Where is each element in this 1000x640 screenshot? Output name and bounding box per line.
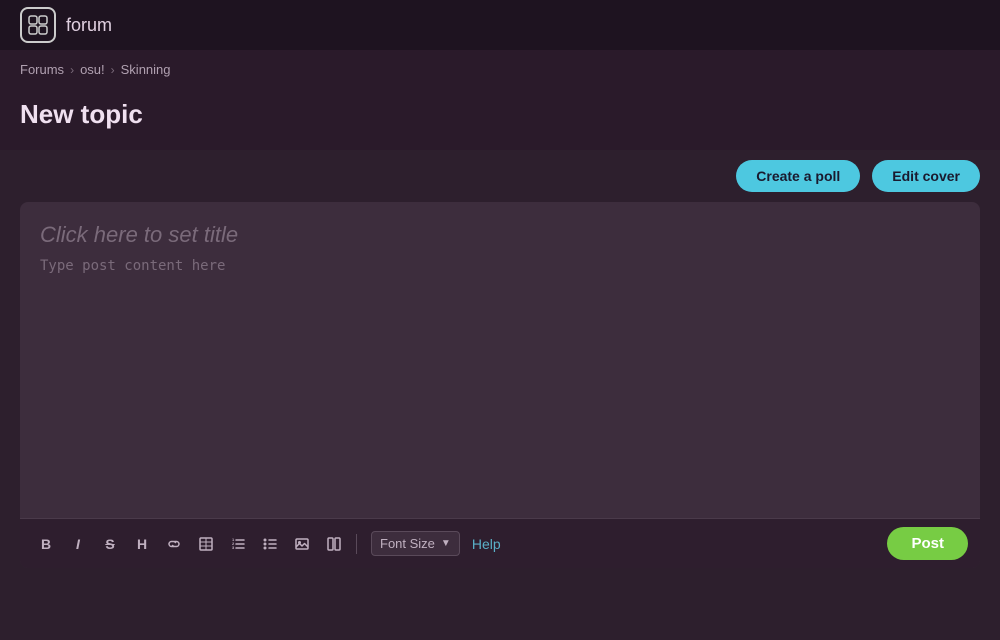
breadcrumb-sep-1: › bbox=[70, 63, 74, 77]
bold-button[interactable]: B bbox=[32, 530, 60, 558]
spoiler-button[interactable] bbox=[320, 530, 348, 558]
logo-area: forum bbox=[20, 7, 112, 43]
unordered-list-button[interactable] bbox=[256, 530, 284, 558]
toolbar-row: Create a poll Edit cover bbox=[0, 150, 1000, 202]
italic-button[interactable]: I bbox=[64, 530, 92, 558]
breadcrumb: Forums › osu! › Skinning bbox=[0, 50, 1000, 89]
breadcrumb-osu[interactable]: osu! bbox=[80, 62, 105, 77]
page-title: New topic bbox=[20, 99, 980, 130]
post-button[interactable]: Post bbox=[887, 527, 968, 560]
post-content-input[interactable] bbox=[20, 258, 980, 518]
font-size-label: Font Size bbox=[380, 536, 435, 551]
post-title-input[interactable] bbox=[20, 202, 980, 258]
breadcrumb-skinning[interactable]: Skinning bbox=[121, 62, 171, 77]
breadcrumb-forums[interactable]: Forums bbox=[20, 62, 64, 77]
edit-cover-button[interactable]: Edit cover bbox=[872, 160, 980, 192]
logo-icon bbox=[20, 7, 56, 43]
logo-text: forum bbox=[66, 15, 112, 36]
font-size-dropdown[interactable]: Font Size ▼ bbox=[371, 531, 460, 556]
svg-text:3: 3 bbox=[232, 545, 235, 550]
link-button[interactable] bbox=[160, 530, 188, 558]
top-nav: forum bbox=[0, 0, 1000, 50]
chevron-down-icon: ▼ bbox=[441, 538, 451, 549]
table-button[interactable] bbox=[192, 530, 220, 558]
heading-button[interactable]: H bbox=[128, 530, 156, 558]
editor-container: B I S H 1 2 bbox=[20, 202, 980, 568]
image-button[interactable] bbox=[288, 530, 316, 558]
strikethrough-button[interactable]: S bbox=[96, 530, 124, 558]
page-title-area: New topic bbox=[0, 89, 1000, 150]
format-divider bbox=[356, 534, 357, 554]
ordered-list-button[interactable]: 1 2 3 bbox=[224, 530, 252, 558]
breadcrumb-sep-2: › bbox=[111, 63, 115, 77]
create-poll-button[interactable]: Create a poll bbox=[736, 160, 860, 192]
format-bar: B I S H 1 2 bbox=[20, 518, 980, 568]
help-button[interactable]: Help bbox=[472, 536, 501, 552]
